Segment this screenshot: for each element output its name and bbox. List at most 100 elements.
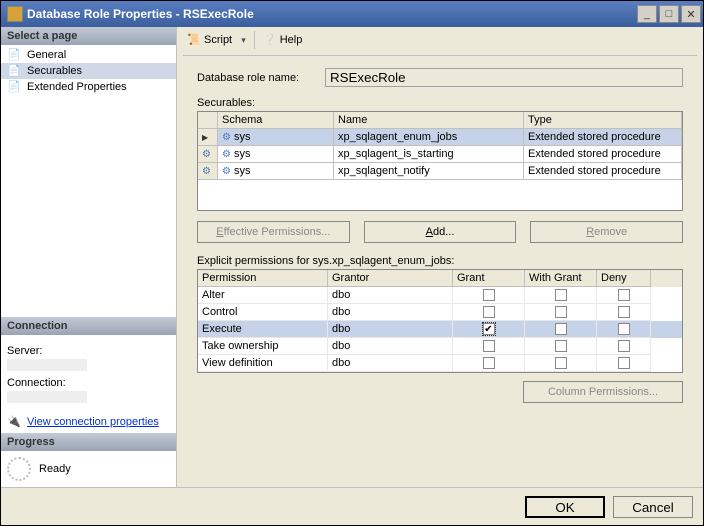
checkbox[interactable] xyxy=(618,340,630,352)
cell-schema: sys xyxy=(218,163,334,180)
grid-header: Schema Name Type xyxy=(198,112,682,129)
cell-grantor: dbo xyxy=(328,304,453,321)
checkbox[interactable] xyxy=(618,323,630,335)
help-icon xyxy=(263,33,277,47)
checkbox[interactable] xyxy=(618,289,630,301)
sidebar-item-extended[interactable]: Extended Properties xyxy=(1,79,176,95)
row-header xyxy=(198,146,218,163)
col-grantor[interactable]: Grantor xyxy=(328,270,453,287)
securables-label: Securables: xyxy=(197,97,683,109)
cell-withgrant xyxy=(525,338,597,355)
titlebar[interactable]: Database Role Properties - RSExecRole _ … xyxy=(1,1,703,27)
cell-withgrant xyxy=(525,355,597,372)
ok-button[interactable]: OK xyxy=(525,496,605,518)
select-page-header: Select a page xyxy=(1,27,176,45)
table-row[interactable]: sysxp_sqlagent_is_startingExtended store… xyxy=(198,146,682,163)
view-connection-link[interactable]: View connection properties xyxy=(27,416,159,428)
checkbox[interactable] xyxy=(483,306,495,318)
server-label: Server: xyxy=(7,345,170,357)
cell-permission: Execute xyxy=(198,321,328,338)
cell-schema: sys xyxy=(218,146,334,163)
cell-withgrant xyxy=(525,321,597,338)
checkbox[interactable] xyxy=(483,289,495,301)
column-permissions-button[interactable]: Column Permissions... xyxy=(523,381,683,403)
procedure-icon xyxy=(222,148,231,160)
minimize-button[interactable]: _ xyxy=(637,5,657,23)
col-deny[interactable]: Deny xyxy=(597,270,651,287)
permission-row[interactable]: Executedbo xyxy=(198,321,682,338)
page-icon xyxy=(7,80,23,94)
checkbox[interactable] xyxy=(555,340,567,352)
dropdown-icon xyxy=(241,34,246,46)
securables-grid: Schema Name Type sysxp_sqlagent_enum_job… xyxy=(197,111,683,211)
progress-header: Progress xyxy=(1,433,176,451)
cell-type: Extended stored procedure xyxy=(524,146,682,163)
cell-deny xyxy=(597,321,651,338)
effective-permissions-button[interactable]: Effective Permissions... xyxy=(197,221,350,243)
cell-permission: Take ownership xyxy=(198,338,328,355)
cancel-button[interactable]: Cancel xyxy=(613,496,693,518)
cell-withgrant xyxy=(525,304,597,321)
permissions-grid: Permission Grantor Grant With Grant Deny… xyxy=(197,269,683,373)
help-button[interactable]: Help xyxy=(259,31,307,49)
add-button[interactable]: Add... xyxy=(364,221,517,243)
checkbox[interactable] xyxy=(618,357,630,369)
checkbox[interactable] xyxy=(555,357,567,369)
connection-label: Connection: xyxy=(7,377,170,389)
cell-grantor: dbo xyxy=(328,338,453,355)
role-name-input[interactable] xyxy=(325,68,683,87)
connection-icon xyxy=(7,415,23,429)
permission-row[interactable]: Take ownershipdbo xyxy=(198,338,682,355)
cell-permission: View definition xyxy=(198,355,328,372)
cell-name: xp_sqlagent_enum_jobs xyxy=(334,129,524,146)
col-permission[interactable]: Permission xyxy=(198,270,328,287)
procedure-icon xyxy=(222,165,231,177)
cell-grant xyxy=(453,321,525,338)
cell-deny xyxy=(597,287,651,304)
col-name[interactable]: Name xyxy=(334,112,524,129)
cell-grantor: dbo xyxy=(328,321,453,338)
col-schema[interactable]: Schema xyxy=(218,112,334,129)
cell-name: xp_sqlagent_notify xyxy=(334,163,524,180)
cell-grantor: dbo xyxy=(328,287,453,304)
checkbox[interactable] xyxy=(555,323,567,335)
cell-schema: sys xyxy=(218,129,334,146)
remove-button[interactable]: Remove xyxy=(530,221,683,243)
table-row[interactable]: sysxp_sqlagent_enum_jobsExtended stored … xyxy=(198,129,682,146)
connection-header: Connection xyxy=(1,317,176,335)
connection-value xyxy=(7,391,87,403)
sidebar-item-general[interactable]: General xyxy=(1,47,176,63)
script-label: Script xyxy=(204,34,232,46)
script-button[interactable]: Script xyxy=(183,31,250,49)
sidebar-item-securables[interactable]: Securables xyxy=(1,63,176,79)
cell-deny xyxy=(597,355,651,372)
col-withgrant[interactable]: With Grant xyxy=(525,270,597,287)
checkbox[interactable] xyxy=(483,357,495,369)
checkbox[interactable] xyxy=(483,340,495,352)
toolbar: Script Help xyxy=(183,29,697,56)
dialog-footer: OK Cancel xyxy=(1,487,703,525)
col-type[interactable]: Type xyxy=(524,112,682,129)
page-list: General Securables Extended Properties xyxy=(1,45,176,97)
checkbox[interactable] xyxy=(483,323,495,335)
permission-row[interactable]: Alterdbo xyxy=(198,287,682,304)
cell-type: Extended stored procedure xyxy=(524,129,682,146)
permission-row[interactable]: View definitiondbo xyxy=(198,355,682,372)
cell-name: xp_sqlagent_is_starting xyxy=(334,146,524,163)
checkbox[interactable] xyxy=(618,306,630,318)
progress-spinner-icon xyxy=(7,457,31,481)
permission-row[interactable]: Controldbo xyxy=(198,304,682,321)
checkbox[interactable] xyxy=(555,306,567,318)
close-button[interactable]: ✕ xyxy=(681,5,701,23)
procedure-icon xyxy=(222,131,231,143)
table-row[interactable]: sysxp_sqlagent_notifyExtended stored pro… xyxy=(198,163,682,180)
main-panel: Script Help Database role name: Securabl… xyxy=(177,27,703,487)
sidebar: Select a page General Securables Extende… xyxy=(1,27,177,487)
role-name-label: Database role name: xyxy=(197,72,317,84)
cell-deny xyxy=(597,304,651,321)
checkbox[interactable] xyxy=(555,289,567,301)
cell-permission: Control xyxy=(198,304,328,321)
col-grant[interactable]: Grant xyxy=(453,270,525,287)
maximize-button[interactable]: □ xyxy=(659,5,679,23)
app-icon xyxy=(7,6,23,22)
